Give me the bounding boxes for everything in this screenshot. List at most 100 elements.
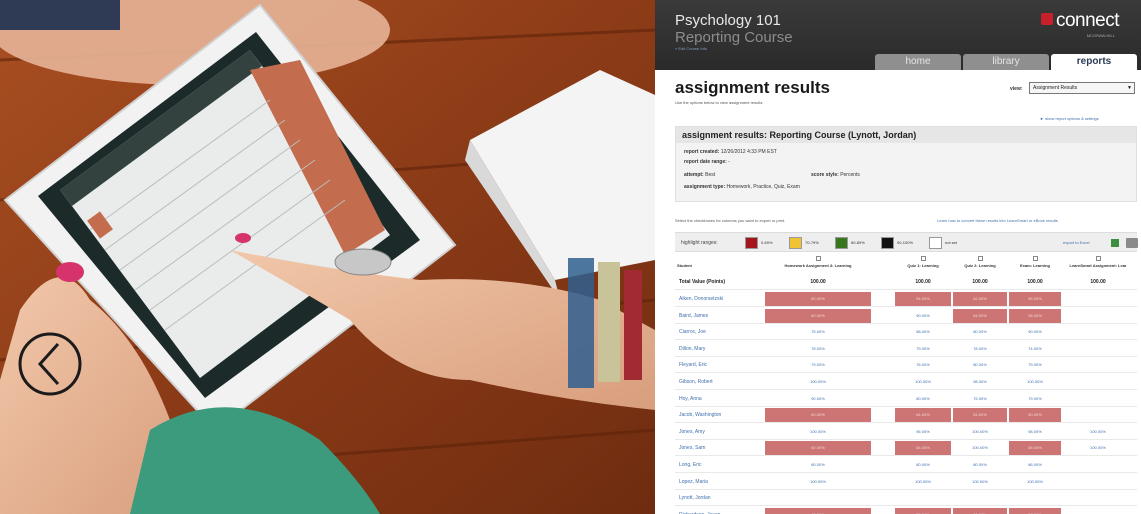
score-cell[interactable]: 60.00% [765, 308, 871, 323]
export-excel-link[interactable]: export to Excel [1063, 240, 1089, 245]
score-cell[interactable] [765, 491, 871, 505]
score-cell[interactable]: 86.00% [1009, 458, 1061, 472]
score-cell[interactable]: 98.00% [953, 375, 1007, 389]
student-name-link[interactable]: Jacob, Washington [679, 412, 721, 418]
score-cell[interactable] [1063, 292, 1133, 306]
edit-course-link[interactable]: » Edit Course Info [675, 46, 707, 51]
show-report-options-link[interactable]: ► show report options & settings [1040, 116, 1099, 121]
score-cell[interactable]: 60.00% [765, 507, 871, 514]
view-dropdown[interactable]: Assignment Results ▼ [1029, 82, 1135, 94]
score-cell[interactable]: 55.00% [1009, 292, 1061, 306]
student-name-link[interactable]: Ciarroc, Joe [679, 329, 706, 335]
score-cell[interactable]: 58.00% [1009, 441, 1061, 456]
tab-home[interactable]: home [875, 54, 961, 70]
score-cell[interactable]: 58.00% [1009, 308, 1061, 323]
column-checkbox[interactable] [1033, 256, 1038, 261]
score-cell[interactable]: 55.00% [895, 507, 951, 514]
column-header[interactable]: Quiz 2: Learning [953, 254, 1007, 274]
column-checkbox[interactable] [978, 256, 983, 261]
score-cell[interactable]: 54.00% [895, 292, 951, 306]
column-checkbox[interactable] [1096, 256, 1101, 261]
score-cell[interactable]: 58.00% [1009, 507, 1061, 514]
range-swatch-90-100[interactable] [881, 237, 894, 249]
score-cell[interactable] [1063, 325, 1133, 339]
learnsmart-help-link[interactable]: Learn how to convert these results into … [937, 218, 1058, 223]
score-cell[interactable] [1063, 491, 1133, 505]
score-cell[interactable]: 80.00% [953, 458, 1007, 472]
score-cell[interactable]: 79.00% [895, 342, 951, 356]
score-cell[interactable] [1063, 392, 1133, 406]
student-name-link[interactable]: Lynott, Jordan [679, 495, 711, 501]
score-cell[interactable]: 78.00% [953, 342, 1007, 356]
range-swatch-80-89[interactable] [835, 237, 848, 249]
score-cell[interactable]: 100.00% [895, 375, 951, 389]
student-name-link[interactable]: Baird, James [679, 313, 708, 319]
score-cell[interactable]: 64.00% [953, 308, 1007, 323]
score-cell[interactable]: 54.00% [953, 408, 1007, 423]
score-cell[interactable]: 80.00% [895, 392, 951, 406]
score-cell[interactable]: 88.00% [895, 325, 951, 339]
score-cell[interactable]: 75.00% [953, 392, 1007, 406]
score-cell[interactable]: 62.00% [953, 292, 1007, 306]
score-cell[interactable] [1063, 408, 1133, 422]
score-cell[interactable]: 100.00% [953, 441, 1007, 455]
score-cell[interactable] [1063, 342, 1133, 356]
score-cell[interactable]: 79.00% [1009, 358, 1061, 372]
print-icon[interactable] [1126, 238, 1138, 248]
score-cell[interactable]: 100.00% [765, 375, 871, 389]
student-name-link[interactable]: Fleyard, Eric [679, 362, 707, 368]
score-cell[interactable] [895, 491, 951, 505]
score-cell[interactable]: 64.00% [895, 408, 951, 423]
score-cell[interactable]: 80.00% [953, 358, 1007, 372]
score-cell[interactable]: 79.00% [1009, 392, 1061, 406]
student-name-link[interactable]: Lopez, Maria [679, 479, 708, 485]
score-cell[interactable]: 80.00% [895, 458, 951, 472]
student-name-link[interactable]: Dillon, Mary [679, 346, 705, 352]
score-cell[interactable]: 100.00% [1063, 425, 1133, 439]
score-cell[interactable]: 74.00% [1009, 342, 1061, 356]
column-header[interactable]: Quiz 1: Learning [895, 254, 951, 274]
column-header[interactable]: LearnSmart Assignment: Lear [1063, 254, 1133, 274]
score-cell[interactable]: 75.00% [765, 325, 871, 339]
score-cell[interactable]: 100.00% [765, 425, 871, 439]
score-cell[interactable]: 96.00% [895, 425, 951, 439]
score-cell[interactable]: 100.00% [1063, 441, 1133, 455]
tab-library[interactable]: library [963, 54, 1049, 70]
score-cell[interactable] [1063, 358, 1133, 372]
score-cell[interactable] [953, 491, 1007, 505]
score-cell[interactable]: 64.00% [895, 441, 951, 456]
student-name-link[interactable]: Long, Eric [679, 462, 702, 468]
student-name-link[interactable]: Gibson, Robert [679, 379, 713, 385]
score-cell[interactable] [1063, 475, 1133, 489]
score-cell[interactable]: 80.00% [953, 325, 1007, 339]
score-cell[interactable]: 90.00% [895, 309, 951, 323]
student-name-link[interactable]: Hoy, Anna [679, 396, 702, 402]
column-checkbox[interactable] [921, 256, 926, 261]
score-cell[interactable] [1063, 458, 1133, 472]
score-cell[interactable]: 80.00% [765, 458, 871, 472]
score-cell[interactable]: 100.00% [953, 475, 1007, 489]
student-column-header[interactable]: Student [677, 254, 692, 274]
student-name-link[interactable]: Jones, Amy [679, 429, 705, 435]
score-cell[interactable]: 100.00% [895, 475, 951, 489]
score-cell[interactable] [1063, 309, 1133, 323]
score-cell[interactable]: 100.00% [1009, 375, 1061, 389]
score-cell[interactable]: 100.00% [953, 425, 1007, 439]
column-header[interactable]: Exam: Learning [1009, 254, 1061, 274]
score-cell[interactable]: 60.00% [1009, 408, 1061, 423]
score-cell[interactable]: 78.00% [765, 342, 871, 356]
score-cell[interactable] [1009, 491, 1061, 505]
score-cell[interactable]: 60.00% [765, 441, 871, 456]
excel-icon[interactable] [1111, 239, 1119, 247]
column-checkbox[interactable] [816, 256, 821, 261]
score-cell[interactable]: 98.00% [1009, 425, 1061, 439]
score-cell[interactable]: 100.00% [765, 475, 871, 489]
score-cell[interactable]: 90.00% [765, 392, 871, 406]
score-cell[interactable]: 60.00% [765, 292, 871, 306]
score-cell[interactable] [1063, 375, 1133, 389]
score-cell[interactable]: 76.00% [895, 358, 951, 372]
range-swatch-70-79[interactable] [789, 237, 802, 249]
score-cell[interactable] [1063, 508, 1133, 514]
column-header[interactable]: Homework Assignment 3: Learning [765, 254, 871, 274]
score-cell[interactable]: 79.00% [765, 358, 871, 372]
